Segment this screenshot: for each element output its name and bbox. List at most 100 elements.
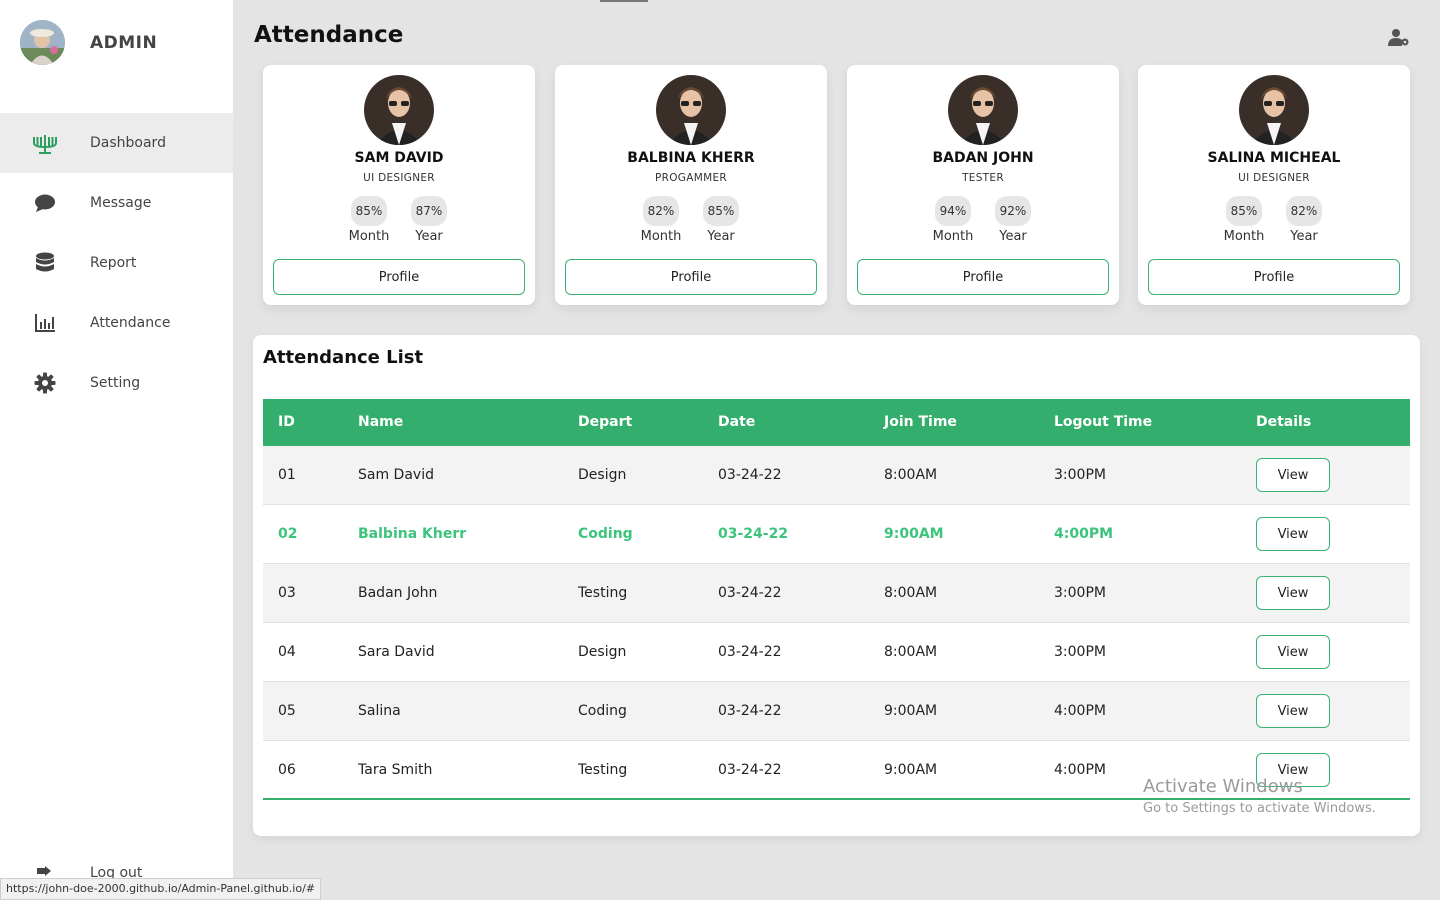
sidebar-item-message[interactable]: Message: [0, 173, 233, 233]
cell-name: Badan John: [358, 585, 438, 601]
employee-role: PROGAMMER: [655, 172, 727, 184]
month-stat: 85% Month: [1221, 196, 1267, 244]
month-stat: 82% Month: [638, 196, 684, 244]
cell-depart: Design: [578, 644, 627, 660]
cell-logout-time: 3:00PM: [1054, 644, 1106, 660]
sidebar-nav: Dashboard Message Report Attendance Sett…: [0, 113, 233, 413]
attendance-list-panel: Attendance List ID Name Depart Date Join…: [253, 335, 1420, 836]
cell-date: 03-24-22: [718, 644, 782, 660]
year-label: Year: [999, 229, 1027, 244]
cell-logout-time: 4:00PM: [1054, 762, 1106, 778]
employee-role: UI DESIGNER: [363, 172, 435, 184]
year-stat: 85% Year: [698, 196, 744, 244]
table-row: 01 Sam David Design 03-24-22 8:00AM 3:00…: [263, 446, 1410, 505]
employee-name: SALINA MICHEAL: [1207, 150, 1341, 166]
user-gear-icon[interactable]: [1388, 28, 1410, 52]
cell-join-time: 9:00AM: [884, 703, 938, 719]
cell-date: 03-24-22: [718, 585, 782, 601]
view-button[interactable]: View: [1256, 753, 1330, 787]
profile-button[interactable]: Profile: [857, 259, 1109, 295]
employee-card: BADAN JOHN TESTER 94% Month 92% Year Pro…: [847, 65, 1119, 305]
view-button[interactable]: View: [1256, 458, 1330, 492]
employee-name: BADAN JOHN: [932, 150, 1034, 166]
cell-id: 05: [278, 703, 296, 719]
attendance-list-title: Attendance List: [263, 347, 424, 368]
employee-stats: 82% Month 85% Year: [555, 196, 827, 244]
chat-bubble-icon: [0, 193, 90, 213]
sidebar-item-setting[interactable]: Setting: [0, 353, 233, 413]
year-percent: 85%: [703, 196, 739, 226]
employee-name: BALBINA KHERR: [627, 150, 755, 166]
cell-name: Sam David: [358, 467, 434, 483]
header-depart: Depart: [578, 414, 633, 430]
year-label: Year: [415, 229, 443, 244]
tab-indicator: [600, 0, 648, 2]
cell-logout-time: 3:00PM: [1054, 467, 1106, 483]
table-row: 04 Sara David Design 03-24-22 8:00AM 3:0…: [263, 623, 1410, 682]
candelabra-icon: [0, 131, 90, 155]
gear-icon: [0, 372, 90, 394]
cell-logout-time: 4:00PM: [1054, 703, 1106, 719]
cell-depart: Coding: [578, 526, 633, 542]
profile-button[interactable]: Profile: [273, 259, 525, 295]
employee-stats: 85% Month 87% Year: [263, 196, 535, 244]
year-stat: 92% Year: [990, 196, 1036, 244]
month-percent: 85%: [1226, 196, 1262, 226]
cell-depart: Coding: [578, 703, 627, 719]
profile-button[interactable]: Profile: [1148, 259, 1400, 295]
cell-join-time: 8:00AM: [884, 467, 938, 483]
year-percent: 87%: [411, 196, 447, 226]
employee-role: UI DESIGNER: [1238, 172, 1310, 184]
sidebar-item-dashboard[interactable]: Dashboard: [0, 113, 233, 173]
cell-name: Salina: [358, 703, 401, 719]
employee-role: TESTER: [962, 172, 1004, 184]
employee-photo: [1239, 75, 1309, 145]
header-logout-time: Logout Time: [1054, 414, 1153, 430]
year-percent: 82%: [1286, 196, 1322, 226]
cell-id: 03: [278, 585, 296, 601]
employee-photo: [364, 75, 434, 145]
employee-card: SALINA MICHEAL UI DESIGNER 85% Month 82%…: [1138, 65, 1410, 305]
brand: ADMIN: [20, 20, 157, 65]
header-name: Name: [358, 414, 404, 430]
sidebar: ADMIN Dashboard Message Report Attendanc…: [0, 0, 233, 900]
sidebar-item-label: Dashboard: [90, 135, 166, 151]
table-header: ID Name Depart Date Join Time Logout Tim…: [263, 399, 1410, 446]
attendance-table: ID Name Depart Date Join Time Logout Tim…: [263, 399, 1410, 800]
cell-date: 03-24-22: [718, 703, 782, 719]
cell-name: Balbina Kherr: [358, 526, 467, 542]
view-button[interactable]: View: [1256, 576, 1330, 610]
month-stat: 85% Month: [346, 196, 392, 244]
sidebar-item-report[interactable]: Report: [0, 233, 233, 293]
cell-id: 06: [278, 762, 296, 778]
cell-join-time: 9:00AM: [884, 526, 944, 542]
employee-card: SAM DAVID UI DESIGNER 85% Month 87% Year…: [263, 65, 535, 305]
cell-name: Sara David: [358, 644, 435, 660]
cell-depart: Testing: [578, 762, 628, 778]
admin-avatar[interactable]: [20, 20, 65, 65]
month-label: Month: [348, 229, 390, 244]
sidebar-item-attendance[interactable]: Attendance: [0, 293, 233, 353]
cell-join-time: 9:00AM: [884, 762, 938, 778]
view-button[interactable]: View: [1256, 694, 1330, 728]
employee-stats: 85% Month 82% Year: [1138, 196, 1410, 244]
month-percent: 85%: [351, 196, 387, 226]
cell-logout-time: 4:00PM: [1054, 526, 1114, 542]
cell-depart: Design: [578, 467, 627, 483]
employee-card: BALBINA KHERR PROGAMMER 82% Month 85% Ye…: [555, 65, 827, 305]
month-label: Month: [640, 229, 682, 244]
cell-join-time: 8:00AM: [884, 644, 938, 660]
cell-id: 02: [278, 526, 298, 542]
month-stat: 94% Month: [930, 196, 976, 244]
view-button[interactable]: View: [1256, 635, 1330, 669]
header-id: ID: [278, 414, 295, 430]
cell-join-time: 8:00AM: [884, 585, 938, 601]
cell-name: Tara Smith: [358, 762, 433, 778]
status-bar-url: https://john-doe-2000.github.io/Admin-Pa…: [0, 878, 322, 900]
profile-button[interactable]: Profile: [565, 259, 817, 295]
table-row: 05 Salina Coding 03-24-22 9:00AM 4:00PM …: [263, 682, 1410, 741]
view-button[interactable]: View: [1256, 517, 1330, 551]
database-icon: [0, 252, 90, 274]
employee-name: SAM DAVID: [354, 150, 444, 166]
cell-logout-time: 3:00PM: [1054, 585, 1106, 601]
